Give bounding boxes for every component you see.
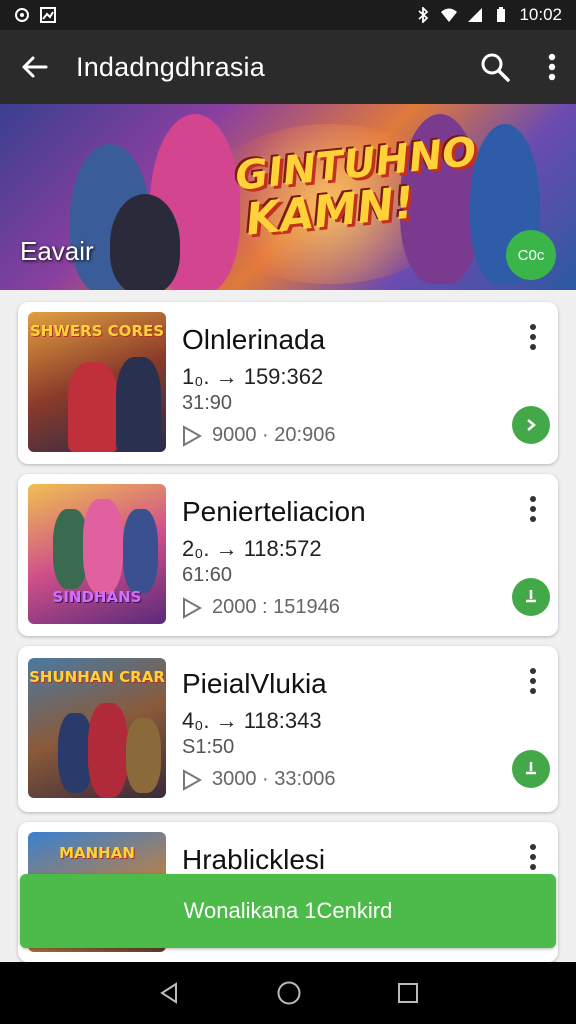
more-vertical-icon[interactable]: [526, 494, 540, 524]
notification-icon: [15, 8, 29, 22]
game-thumbnail: SHUNHAN CRAR: [28, 658, 166, 798]
game-thumbnail: SINDHANS: [28, 484, 166, 624]
item-stats: 4₀. → 118:343: [182, 708, 322, 733]
banner-badge[interactable]: C0c: [506, 230, 556, 280]
bluetooth-icon: [418, 7, 429, 23]
system-nav-bar: [0, 962, 576, 1024]
thumbnail-title: MANHAN: [59, 844, 135, 862]
item-plays-text: 2000 : 151946: [212, 596, 340, 618]
more-vertical-icon[interactable]: [526, 842, 540, 872]
thumbnail-character: [88, 703, 128, 798]
play-icon: [183, 424, 202, 447]
search-icon[interactable]: [480, 52, 510, 82]
item-duration: 31:90: [182, 392, 233, 414]
list-item[interactable]: SHUNHAN CRAR PieialVlukia 4₀. → 118:343 …: [18, 646, 558, 812]
thumbnail-character: [68, 362, 118, 452]
item-duration: S1:50: [182, 736, 235, 758]
list-item[interactable]: SHWERS CORES Olnlerinada 1₀. → 159:362 3…: [18, 302, 558, 464]
item-plays-text: 3000 · 33:006: [212, 768, 336, 790]
item-title: Olnlerinada: [182, 324, 326, 355]
banner-logo: GINTUHNO KAMN!: [233, 129, 478, 246]
more-vertical-icon[interactable]: [526, 666, 540, 696]
item-stats: 2₀. → 118:572: [182, 536, 322, 561]
thumbnail-character: [83, 499, 123, 594]
item-title: PieialVlukia: [182, 668, 327, 699]
item-title: Hrablicklesi: [182, 844, 326, 875]
download-icon: [526, 590, 536, 603]
featured-banner[interactable]: GINTUHNO KAMN! Eavair C0c: [0, 104, 576, 290]
thumbnail-character: [123, 509, 158, 594]
item-plays: 9000 · 20:906: [182, 424, 335, 447]
item-stats: 1₀. → 159:362: [182, 364, 324, 389]
thumbnail-title: SHUNHAN CRAR: [29, 668, 165, 686]
signal-icon: [468, 8, 483, 22]
thumbnail-title: SHWERS CORES: [29, 322, 165, 340]
play-icon: [183, 596, 202, 619]
wifi-icon: [441, 8, 458, 22]
item-title: Penierteliacion: [182, 496, 366, 527]
banner-caption: Eavair: [20, 236, 94, 266]
thumbnail-character: [126, 718, 161, 793]
download-button[interactable]: [512, 578, 550, 616]
item-duration: 61:60: [182, 564, 233, 586]
nav-back-icon[interactable]: [157, 981, 181, 1005]
more-vertical-icon[interactable]: [548, 53, 556, 81]
status-time: 10:02: [519, 5, 562, 24]
app-toolbar: Indadngdhrasia: [0, 30, 576, 104]
play-icon: [183, 768, 202, 791]
page-title: Indadngdhrasia: [76, 51, 265, 82]
image-notification-icon: [40, 7, 56, 23]
download-icon: [526, 762, 536, 775]
thumbnail-title: SINDHANS: [52, 588, 142, 606]
banner-character-3: [110, 194, 180, 290]
game-thumbnail: SHWERS CORES: [28, 312, 166, 452]
primary-action-button[interactable]: Wonalikana 1Cenkird: [20, 874, 556, 948]
status-bar: 10:02: [0, 0, 576, 30]
item-plays: 3000 · 33:006: [182, 768, 335, 791]
open-button[interactable]: [512, 406, 550, 444]
list-item[interactable]: SINDHANS Penierteliacion 2₀. → 118:572 6…: [18, 474, 558, 636]
item-plays-text: 9000 · 20:906: [212, 424, 336, 446]
thumbnail-character: [116, 357, 161, 452]
chevron-right-icon: [527, 419, 536, 431]
more-vertical-icon[interactable]: [526, 322, 540, 352]
nav-home-icon[interactable]: [276, 980, 302, 1006]
back-arrow-icon[interactable]: [20, 53, 48, 81]
item-plays: 2000 : 151946: [182, 596, 340, 619]
download-button[interactable]: [512, 750, 550, 788]
battery-icon: [497, 7, 506, 22]
nav-recents-icon[interactable]: [397, 982, 419, 1004]
